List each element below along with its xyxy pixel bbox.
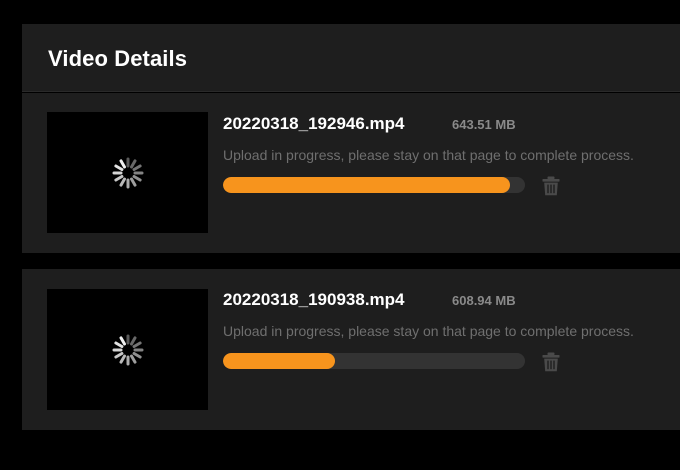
page: Video Details 20220318_192946.mp4 643.51… [0, 0, 680, 470]
video-details-header: Video Details [22, 24, 680, 92]
upload-item: 20220318_190938.mp4 608.94 MB Upload in … [22, 269, 680, 430]
spinner-segment [114, 341, 124, 348]
file-name: 20220318_192946.mp4 [223, 114, 405, 133]
video-thumbnail [47, 112, 208, 233]
spinner-segment [132, 352, 142, 359]
video-thumbnail [47, 289, 208, 410]
upload-progress-bar [223, 177, 525, 193]
spinner-segment [132, 341, 142, 348]
loading-spinner-icon [112, 334, 144, 366]
page-title: Video Details [48, 46, 188, 71]
file-size: 643.51 MB [452, 117, 516, 132]
spinner-segment [132, 175, 142, 182]
spinner-segment [114, 175, 124, 182]
upload-status-text: Upload in progress, please stay on that … [223, 147, 634, 163]
upload-progress-fill [223, 353, 335, 369]
file-size: 608.94 MB [452, 293, 516, 308]
spinner-segment [119, 354, 127, 364]
loading-spinner-icon [112, 157, 144, 189]
spinner-segment [119, 336, 127, 346]
spinner-segment [114, 352, 124, 359]
file-name: 20220318_190938.mp4 [223, 290, 405, 309]
spinner-segment [132, 164, 142, 171]
trash-icon[interactable] [542, 176, 560, 196]
upload-status-text: Upload in progress, please stay on that … [223, 323, 634, 339]
spinner-segment [130, 177, 137, 187]
upload-progress-bar [223, 353, 525, 369]
upload-progress-fill [223, 177, 510, 193]
spinner-segment [114, 164, 124, 172]
spinner-segment [130, 354, 137, 364]
upload-item: 20220318_192946.mp4 643.51 MB Upload in … [22, 93, 680, 253]
spinner-segment [119, 159, 127, 169]
spinner-segment [119, 177, 127, 187]
spinner-segment [130, 159, 137, 169]
spinner-segment [130, 336, 137, 346]
trash-icon[interactable] [542, 352, 560, 372]
